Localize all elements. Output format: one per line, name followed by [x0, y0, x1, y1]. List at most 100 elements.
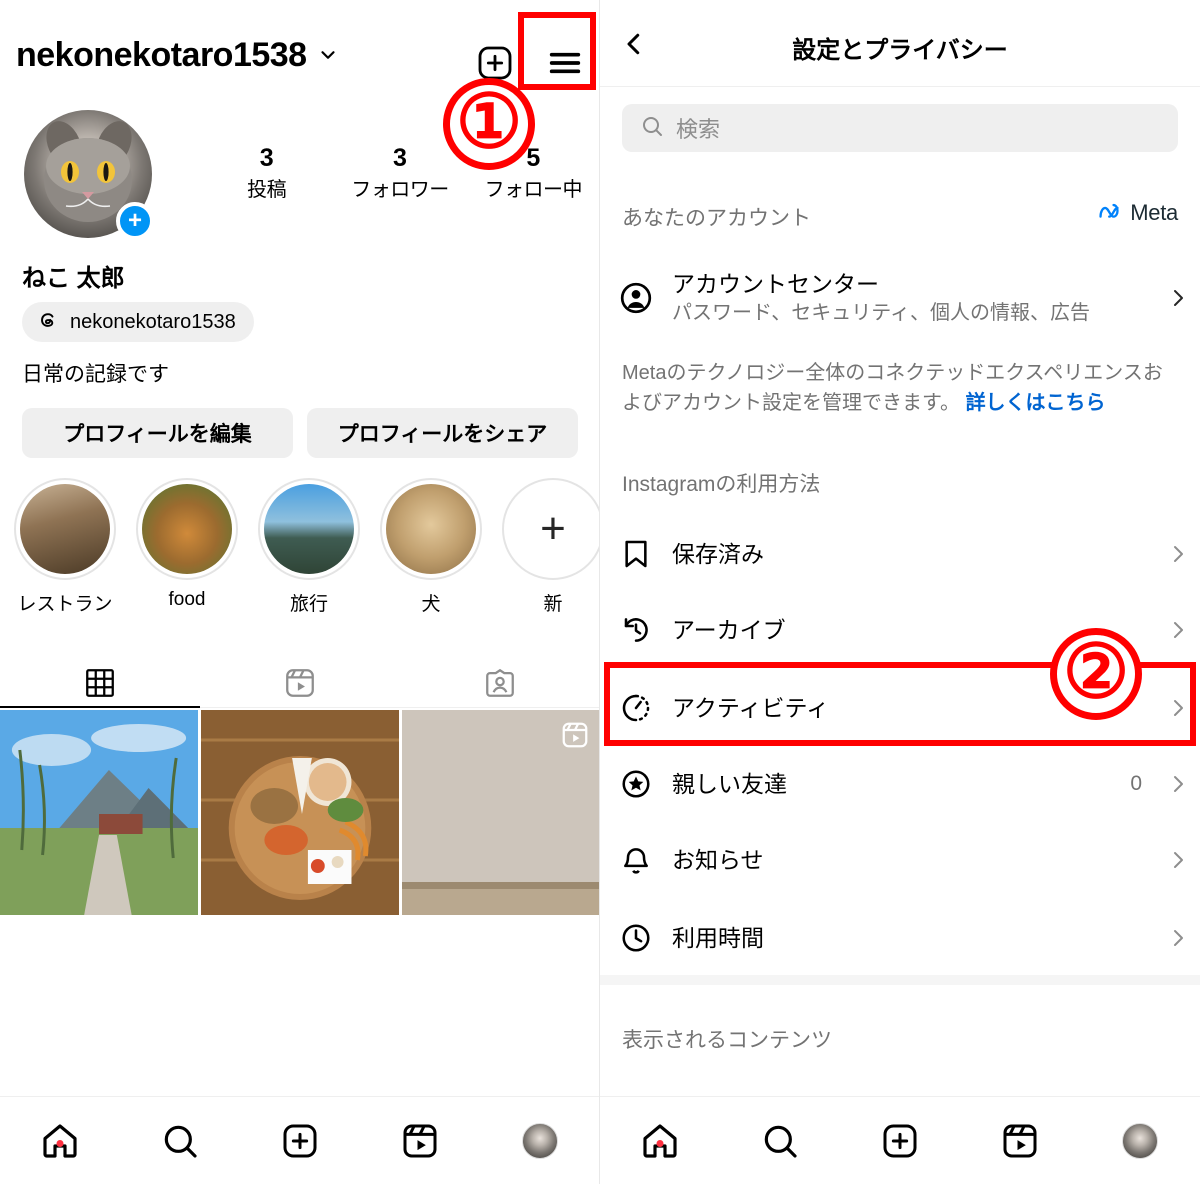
nav-home[interactable] — [600, 1121, 720, 1161]
row-text: 利用時間 — [672, 924, 1156, 953]
section-header-what-you-see: 表示されるコンテンツ — [622, 1029, 832, 1052]
bookmark-icon — [600, 538, 672, 570]
stat-posts-label: 投稿 — [247, 178, 287, 201]
highlight-label: レストラン — [17, 594, 113, 615]
meta-wordmark: Meta — [1130, 200, 1178, 225]
nav-create[interactable] — [240, 1121, 360, 1161]
nav-create[interactable] — [840, 1121, 960, 1161]
edit-profile-button[interactable]: プロフィールを編集 — [22, 408, 293, 458]
stat-followers[interactable]: 3 フォロワー — [333, 142, 466, 205]
nav-profile[interactable] — [480, 1122, 600, 1159]
notification-dot — [56, 1139, 64, 1147]
create-icon — [883, 1124, 917, 1157]
settings-and-privacy-screen: 設定とプライバシー 検索 あなたのアカウント Meta アカウントセンター パス — [600, 0, 1200, 1184]
search-icon — [164, 1125, 197, 1158]
section-header-your-account: あなたのアカウント — [622, 207, 811, 230]
clock-icon — [600, 922, 672, 954]
nav-profile[interactable] — [1080, 1122, 1200, 1159]
highlight-new[interactable]: + 新 — [502, 478, 600, 616]
row-saved[interactable]: 保存済み — [600, 518, 1200, 590]
stat-followers-label: フォロワー — [351, 178, 449, 201]
close-friends-star-icon — [600, 768, 672, 800]
post-grid — [0, 710, 600, 915]
highlight-ring — [380, 478, 482, 580]
nav-reels[interactable] — [960, 1121, 1080, 1161]
highlight-label: 犬 — [421, 594, 441, 615]
row-subtitle: パスワード、セキュリティ、個人の情報、広告 — [672, 302, 1090, 325]
row-text: お知らせ — [672, 846, 1156, 875]
avatar[interactable]: + — [24, 110, 154, 240]
row-title: お知らせ — [672, 846, 764, 873]
notification-dot — [656, 1139, 664, 1147]
profile-action-buttons: プロフィールを編集 プロフィールをシェア — [22, 408, 578, 458]
close-friends-count: 0 — [1130, 772, 1142, 795]
row-close-friends[interactable]: 親しい友達 0 — [600, 748, 1200, 820]
tab-tagged[interactable] — [400, 655, 600, 710]
grid-post-1[interactable] — [0, 710, 198, 915]
search-placeholder: 検索 — [676, 117, 721, 142]
highlight-ring — [136, 478, 238, 580]
highlight-dog[interactable]: 犬 — [380, 478, 482, 616]
threads-badge[interactable]: nekonekotaro1538 — [22, 302, 254, 342]
highlight-travel[interactable]: 旅行 — [258, 478, 360, 616]
chevron-down-icon — [317, 44, 339, 66]
nav-home[interactable] — [0, 1121, 120, 1161]
learn-more-link[interactable]: 詳しくはこちら — [966, 392, 1106, 414]
stat-posts[interactable]: 3 投稿 — [200, 142, 333, 205]
add-story-button[interactable]: + — [116, 202, 154, 240]
share-profile-button[interactable]: プロフィールをシェア — [307, 408, 578, 458]
section-header-how-you-use-instagram: Instagramの利用方法 — [622, 473, 821, 496]
chevron-right-icon — [1156, 286, 1200, 310]
search-icon — [640, 114, 664, 143]
reels-icon — [286, 668, 314, 697]
row-time-spent[interactable]: 利用時間 — [600, 902, 1200, 974]
row-notifications[interactable]: お知らせ — [600, 824, 1200, 896]
plus-icon: + — [502, 478, 600, 580]
create-icon — [283, 1124, 317, 1157]
tab-grid[interactable] — [0, 655, 200, 710]
instagram-profile-screen: nekonekotaro1538 + 3 投稿 3 フォロワー 5 フォロー中 … — [0, 0, 600, 1184]
threads-handle: nekonekotaro1538 — [70, 310, 236, 333]
chevron-right-icon — [1156, 618, 1200, 642]
annotation-marker-2: ② — [1050, 628, 1142, 720]
highlight-label: food — [168, 589, 206, 610]
reels-badge-icon — [560, 720, 590, 750]
meta-logo: Meta — [1098, 200, 1178, 226]
highlight-label: 旅行 — [289, 594, 328, 615]
annotation-marker-1: ① — [443, 78, 535, 170]
profile-username: nekonekotaro1538 — [16, 36, 307, 74]
username-switcher[interactable]: nekonekotaro1538 — [16, 38, 339, 72]
row-account-center[interactable]: アカウントセンター パスワード、セキュリティ、個人の情報、広告 — [600, 262, 1200, 334]
grid-post-2[interactable] — [201, 710, 399, 915]
nav-search[interactable] — [120, 1121, 240, 1161]
screenshot-root: nekonekotaro1538 + 3 投稿 3 フォロワー 5 フォロー中 … — [0, 0, 1200, 1184]
highlight-restaurant[interactable]: レストラン — [14, 478, 116, 616]
annotation-number-2: ② — [1062, 630, 1130, 713]
tab-reels[interactable] — [200, 655, 400, 710]
account-circle-icon — [600, 280, 672, 316]
stat-following-label: フォロー中 — [484, 178, 583, 201]
chevron-right-icon — [1156, 926, 1200, 950]
nav-reels[interactable] — [360, 1121, 480, 1161]
archive-clock-icon — [600, 614, 672, 646]
search-input[interactable]: 検索 — [622, 104, 1178, 152]
profile-full-name: ねこ 太郎 — [22, 265, 125, 292]
meta-infinity-icon — [1099, 203, 1119, 218]
threads-icon — [36, 308, 60, 337]
reels-icon — [1003, 1124, 1037, 1157]
grid-post-3[interactable] — [402, 710, 600, 915]
highlight-thumb — [142, 484, 232, 574]
highlight-food[interactable]: food — [136, 478, 238, 616]
hamburger-menu-icon[interactable] — [538, 36, 592, 90]
header-divider — [600, 86, 1200, 87]
chevron-right-icon — [1156, 696, 1200, 720]
stat-followers-number: 3 — [393, 144, 407, 172]
profile-bio: 日常の記録です — [22, 363, 169, 386]
nav-search[interactable] — [720, 1121, 840, 1161]
settings-header: 設定とプライバシー — [600, 0, 1200, 86]
profile-tabs — [0, 655, 600, 710]
row-title: 保存済み — [672, 540, 764, 567]
highlight-thumb — [20, 484, 110, 574]
profile-header: nekonekotaro1538 — [0, 22, 600, 88]
row-title: 利用時間 — [672, 924, 764, 951]
